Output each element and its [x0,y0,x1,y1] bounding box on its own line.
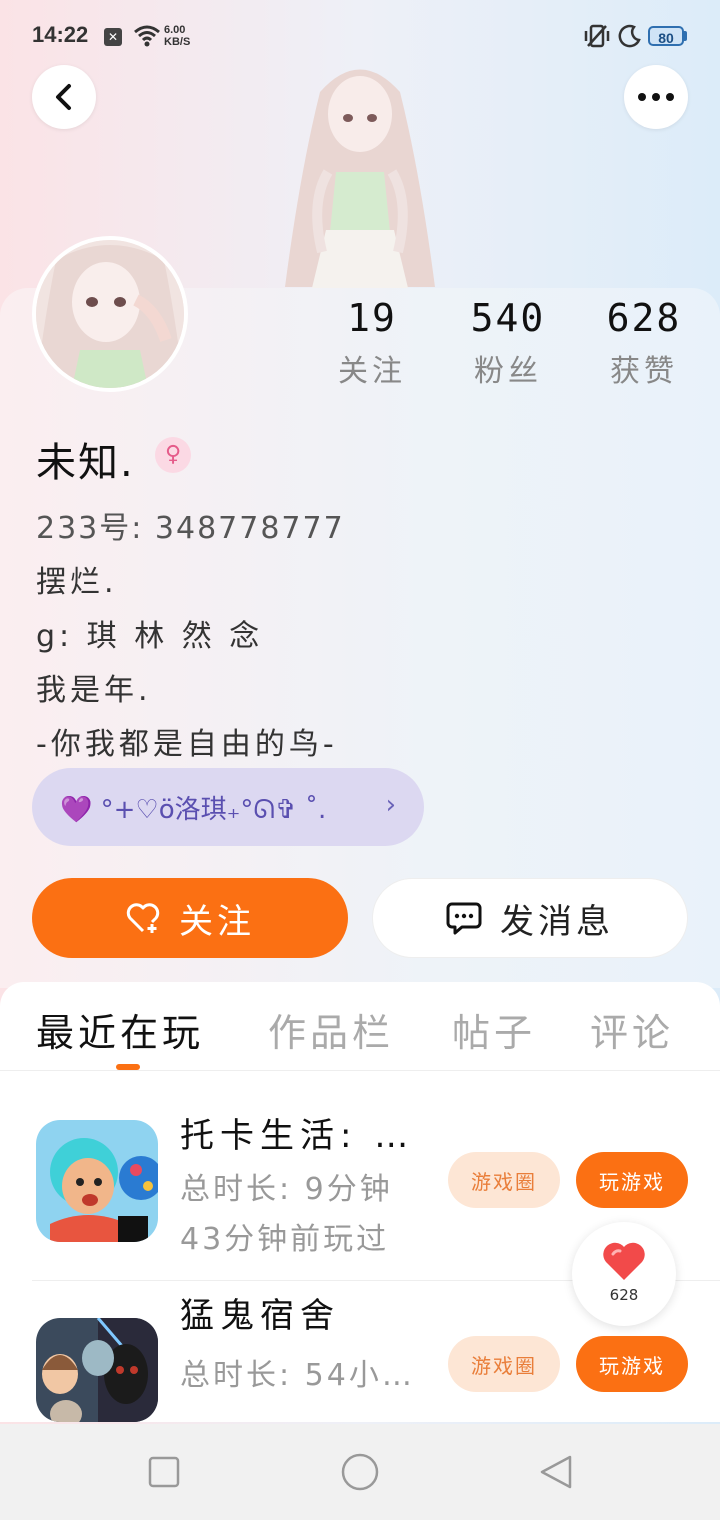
stat-likes-value: 628 [606,296,682,340]
play-game-button[interactable]: 玩游戏 [576,1152,688,1208]
more-options-button[interactable] [624,65,688,129]
like-button[interactable]: 628 [572,1222,676,1326]
game-duration: 总时长: 9分钟 [180,1172,393,1207]
system-nav-bar [0,1424,720,1520]
wifi-icon [134,25,160,47]
stat-fans-value: 540 [470,296,546,340]
stat-likes[interactable]: 628 获赞 [584,296,704,390]
chevron-right-icon: › [385,790,396,820]
follow-button[interactable]: 关注 [32,878,348,958]
stat-fans[interactable]: 540 粉丝 [448,296,568,390]
battery-indicator: 80 [648,26,684,46]
game-icon-ghost-dorm[interactable] [36,1318,158,1422]
stat-following-value: 19 [347,296,397,340]
moon-icon [618,24,641,48]
game-last-played: 43分钟前玩过 [180,1222,390,1257]
bio-line: g: 琪 林 然 念 [36,619,264,654]
chat-bubble-icon [446,902,482,935]
tab-comments[interactable]: 评论 [590,1002,674,1057]
bio-line: 摆烂. [36,565,118,600]
bio: 摆烂. g: 琪 林 然 念 我是年. -你我都是自由的鸟- [36,556,338,772]
stat-fans-label: 粉丝 [474,354,542,389]
bio-line: -你我都是自由的鸟- [36,727,338,762]
stat-following-label: 关注 [338,354,406,389]
send-message-button[interactable]: 发消息 [372,878,688,958]
battery-tip [684,31,687,41]
notification-icon: ✕ [104,28,122,46]
back-button[interactable] [32,65,96,129]
user-id[interactable]: 233号: 348778777 [36,503,345,547]
username: 未知. [36,440,135,486]
stat-likes-label: 获赞 [610,354,678,389]
game-title[interactable]: 猛鬼宿舍 [180,1288,340,1337]
heart-icon [603,1242,645,1280]
more-dots-icon [638,93,674,101]
back-nav-icon[interactable] [538,1454,574,1490]
game-circle-button[interactable]: 游戏圈 [448,1336,560,1392]
recent-apps-icon[interactable] [148,1456,180,1488]
like-count: 628 [609,1286,639,1304]
home-icon[interactable] [340,1452,380,1492]
banner-character-image [285,69,435,288]
divider [0,1070,720,1071]
club-name: 💜 °+♡ö洛琪₊°ᘏ✞ ˚. [60,794,327,825]
stat-following[interactable]: 19 关注 [312,296,432,390]
content-panel: 最近在玩 作品栏 帖子 评论 托卡生活: … 总时长: 9分钟 43分钟前玩过 … [0,982,720,1422]
status-time: 14:22 [32,22,89,47]
follow-label: 关注 [179,901,255,942]
game-title[interactable]: 托卡生活: … [180,1108,414,1157]
female-gender-icon: ♀ [155,437,191,473]
club-badge[interactable]: 💜 °+♡ö洛琪₊°ᘏ✞ ˚. › [32,768,424,846]
tab-works[interactable]: 作品栏 [268,1002,394,1057]
vibrate-icon [584,24,610,48]
avatar[interactable] [32,236,188,392]
tab-posts[interactable]: 帖子 [452,1002,536,1057]
play-game-button[interactable]: 玩游戏 [576,1336,688,1392]
game-duration: 总时长: 54小… [180,1358,415,1393]
message-label: 发消息 [500,901,614,942]
tab-bar: 最近在玩 作品栏 帖子 评论 [0,982,720,1070]
tab-recently-played[interactable]: 最近在玩 [36,1002,204,1057]
heart-plus-icon [126,903,160,933]
bio-line: 我是年. [36,673,152,708]
chevron-left-icon [56,84,71,110]
avatar-image [36,240,184,388]
net-speed: 6.00 KB/S [164,24,191,48]
game-circle-button[interactable]: 游戏圈 [448,1152,560,1208]
game-icon-toca-life[interactable] [36,1120,158,1242]
